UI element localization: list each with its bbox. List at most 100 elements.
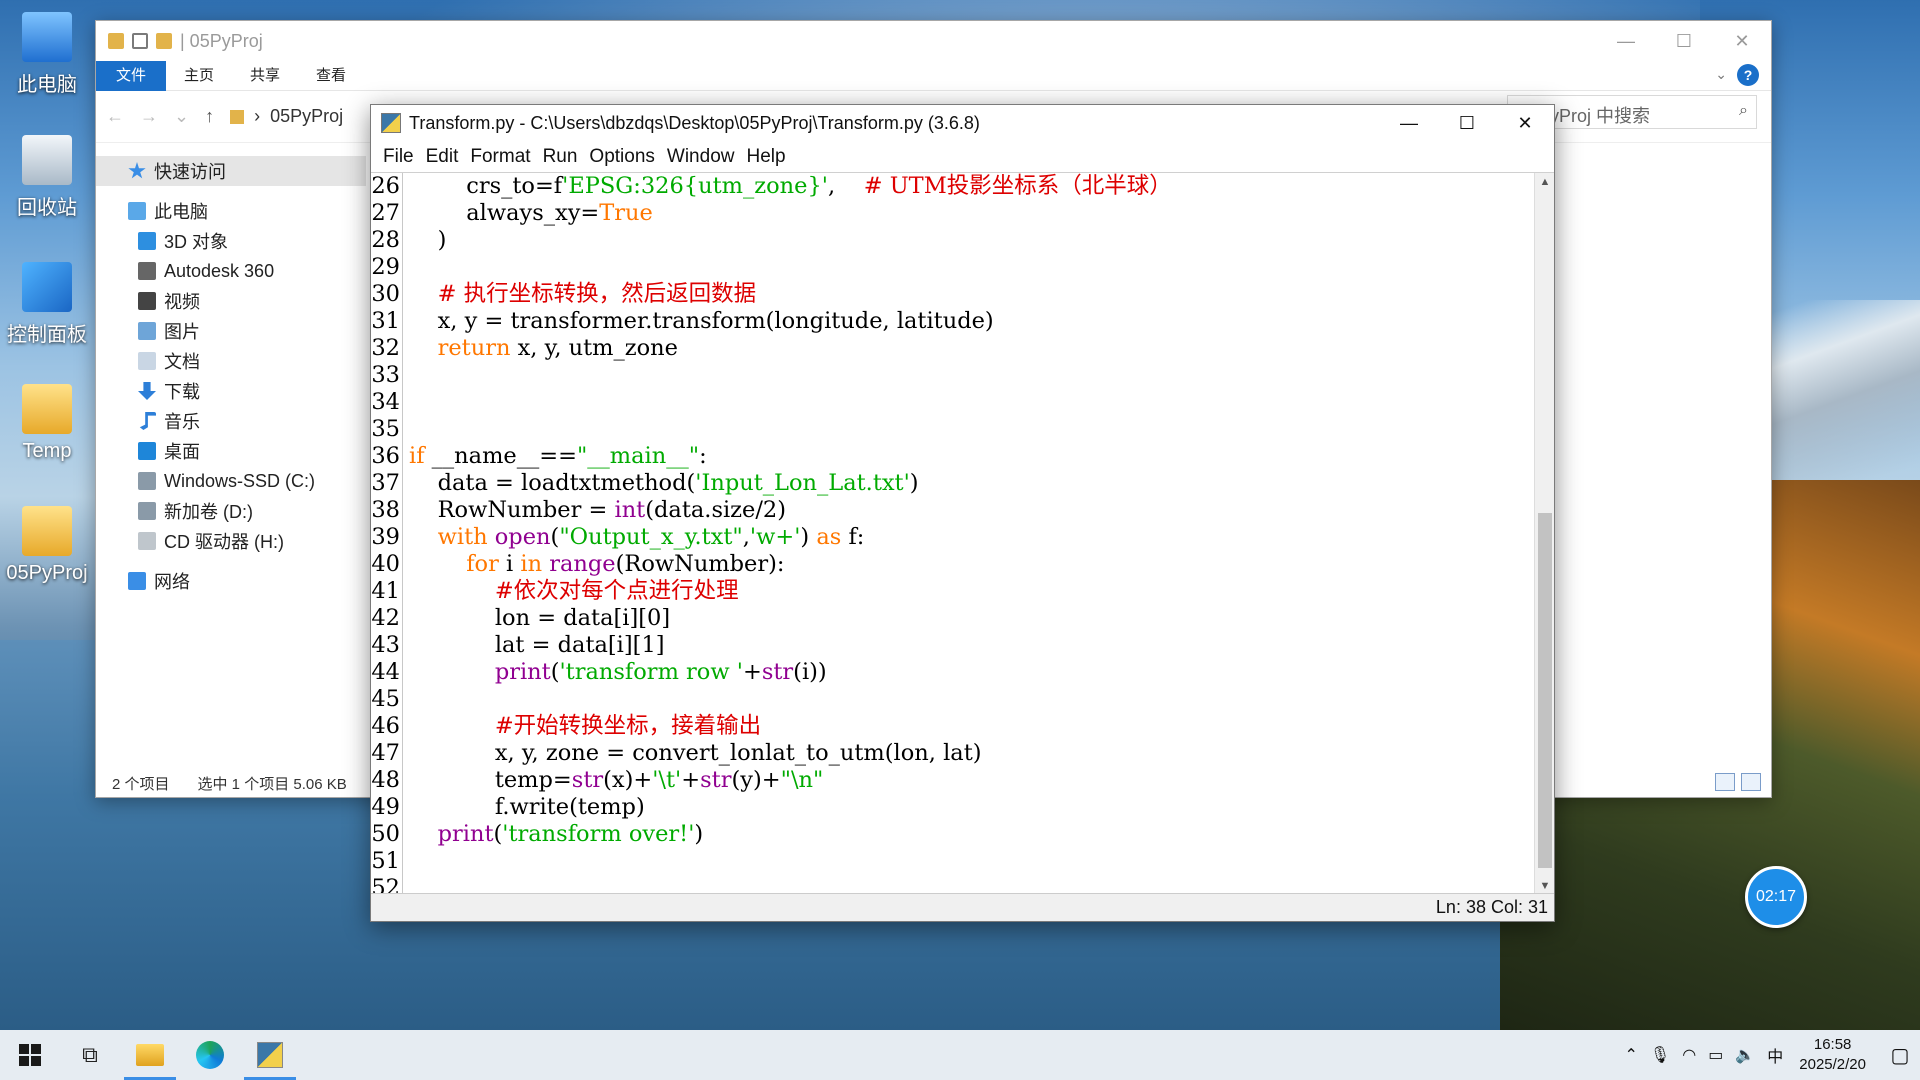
code-line[interactable]: always_xy=True <box>409 200 1529 227</box>
idle-editor-window[interactable]: Transform.py - C:\Users\dbzdqs\Desktop\0… <box>370 104 1555 922</box>
code-line[interactable]: data = loadtxtmethod('Input_Lon_Lat.txt'… <box>409 470 1529 497</box>
clock[interactable]: 16:58 2025/2/20 <box>1799 1035 1866 1075</box>
code-line[interactable]: RowNumber = int(data.size/2) <box>409 497 1529 524</box>
code-line[interactable] <box>409 254 1529 281</box>
menu-options[interactable]: Options <box>583 146 660 168</box>
code-line[interactable]: temp=str(x)+'\t'+str(y)+"\n" <box>409 767 1529 794</box>
code-editor[interactable]: 26 27 28 29 30 31 32 33 34 35 36 37 38 3… <box>371 173 1534 895</box>
code-line[interactable]: lat = data[i][1] <box>409 632 1529 659</box>
code-line[interactable]: #依次对每个点进行处理 <box>409 578 1529 605</box>
nav-item-drive-h[interactable]: CD 驱动器 (H:) <box>96 526 366 556</box>
code-line[interactable]: for i in range(RowNumber): <box>409 551 1529 578</box>
details-view-icon[interactable] <box>1715 773 1735 791</box>
code-line[interactable]: print('transform over!') <box>409 821 1529 848</box>
code-line[interactable]: lon = data[i][0] <box>409 605 1529 632</box>
menu-format[interactable]: Format <box>464 146 536 168</box>
desktop-icon-05pyproj[interactable]: 05PyProj <box>4 506 90 585</box>
taskbar-edge[interactable] <box>180 1030 240 1080</box>
code-line[interactable]: crs_to=f'EPSG:326{utm_zone}', # UTM投影坐标系… <box>409 173 1529 200</box>
large-icons-view-icon[interactable] <box>1741 773 1761 791</box>
tab-home[interactable]: 主页 <box>166 61 232 91</box>
line-number: 52 <box>371 875 400 895</box>
desktop-icon-control-panel[interactable]: 控制面板 <box>4 262 90 347</box>
code-line[interactable]: ) <box>409 227 1529 254</box>
code-line[interactable]: x, y, zone = convert_lonlat_to_utm(lon, … <box>409 740 1529 767</box>
task-view-button[interactable]: ⧉ <box>60 1030 120 1080</box>
nav-item-quick-access[interactable]: 快速访问 <box>96 156 366 186</box>
menu-help[interactable]: Help <box>740 146 791 168</box>
menu-run[interactable]: Run <box>537 146 584 168</box>
code-line[interactable] <box>409 875 1529 895</box>
battery-icon[interactable]: ▭ <box>1708 1045 1723 1065</box>
code-line[interactable]: x, y = transformer.transform(longitude, … <box>409 308 1529 335</box>
close-button[interactable]: ✕ <box>1496 105 1554 141</box>
notification-center-icon[interactable]: ▢ <box>1880 1030 1920 1080</box>
code-text[interactable]: crs_to=f'EPSG:326{utm_zone}', # UTM投影坐标系… <box>409 173 1529 895</box>
desktop-icon-this-pc[interactable]: 此电脑 <box>4 12 90 97</box>
menu-file[interactable]: File <box>377 146 420 168</box>
explorer-title: | 05PyProj <box>180 30 263 51</box>
address-path[interactable]: 05PyProj <box>270 106 343 127</box>
desktop-icon-recycle-bin[interactable]: 回收站 <box>4 135 90 220</box>
nav-item-documents[interactable]: 文档 <box>96 346 366 376</box>
tab-share[interactable]: 共享 <box>232 61 298 91</box>
scrollbar-thumb[interactable] <box>1538 513 1552 868</box>
nav-item-network[interactable]: 网络 <box>96 566 366 596</box>
maximize-button[interactable]: ☐ <box>1655 21 1713 61</box>
tab-file[interactable]: 文件 <box>96 60 167 91</box>
code-line[interactable] <box>409 362 1529 389</box>
chevron-down-icon[interactable]: ⌄ <box>174 106 189 127</box>
nav-item-pictures[interactable]: 图片 <box>96 316 366 346</box>
taskbar-file-explorer[interactable] <box>120 1030 180 1080</box>
help-icon[interactable]: ? <box>1737 64 1759 86</box>
chevron-up-icon[interactable]: ⌃ <box>1625 1045 1638 1065</box>
tab-view[interactable]: 查看 <box>298 61 364 91</box>
nav-label: 视频 <box>164 292 200 312</box>
nav-item-this-pc[interactable]: 此电脑 <box>96 196 366 226</box>
new-folder-icon[interactable] <box>156 33 172 49</box>
menu-window[interactable]: Window <box>661 146 741 168</box>
code-line[interactable]: # 执行坐标转换，然后返回数据 <box>409 281 1529 308</box>
nav-item-drive-d[interactable]: 新加卷 (D:) <box>96 496 366 526</box>
recording-timer[interactable]: 02:17 <box>1745 866 1807 928</box>
start-button[interactable] <box>0 1030 60 1080</box>
code-line[interactable] <box>409 389 1529 416</box>
code-line[interactable]: if __name__=="__main__": <box>409 443 1529 470</box>
code-line[interactable]: print('transform row '+str(i)) <box>409 659 1529 686</box>
code-line[interactable]: return x, y, utm_zone <box>409 335 1529 362</box>
taskbar-python-idle[interactable] <box>240 1030 300 1080</box>
close-button[interactable]: ✕ <box>1713 21 1771 61</box>
forward-icon[interactable]: → <box>140 106 158 127</box>
line-number: 51 <box>371 848 400 874</box>
minimize-button[interactable]: — <box>1380 105 1438 141</box>
code-line[interactable]: #开始转换坐标，接着输出 <box>409 713 1529 740</box>
chevron-down-icon[interactable]: ⌄ <box>1715 66 1727 83</box>
scroll-up-icon[interactable]: ▲ <box>1535 173 1555 191</box>
microphone-icon[interactable]: 🎙 <box>1650 1045 1670 1065</box>
menu-edit[interactable]: Edit <box>420 146 465 168</box>
nav-item-videos[interactable]: 视频 <box>96 286 366 316</box>
nav-item-drive-c[interactable]: Windows-SSD (C:) <box>96 466 366 496</box>
volume-icon[interactable]: 🔈 <box>1735 1045 1755 1065</box>
nav-item-autodesk-360[interactable]: Autodesk 360 <box>96 256 366 286</box>
up-icon[interactable]: ↑ <box>205 106 214 127</box>
minimize-button[interactable]: — <box>1597 21 1655 61</box>
maximize-button[interactable]: ☐ <box>1438 105 1496 141</box>
nav-item-music[interactable]: 音乐 <box>96 406 366 436</box>
code-line[interactable]: with open("Output_x_y.txt",'w+') as f: <box>409 524 1529 551</box>
wifi-icon[interactable]: ◠ <box>1682 1045 1696 1065</box>
nav-item-3d-objects[interactable]: 3D 对象 <box>96 226 366 256</box>
code-line[interactable]: f.write(temp) <box>409 794 1529 821</box>
properties-icon[interactable] <box>132 33 148 49</box>
nav-label: 音乐 <box>164 412 200 432</box>
code-line[interactable] <box>409 848 1529 875</box>
vertical-scrollbar[interactable]: ▲ ▼ <box>1534 173 1554 895</box>
ime-indicator[interactable]: 中 <box>1767 1043 1783 1067</box>
code-line[interactable] <box>409 416 1529 443</box>
code-line[interactable] <box>409 686 1529 713</box>
nav-item-desktop[interactable]: 桌面 <box>96 436 366 466</box>
cube-icon <box>138 232 156 250</box>
desktop-icon-temp[interactable]: Temp <box>4 384 90 463</box>
back-icon[interactable]: ← <box>106 106 124 127</box>
nav-item-downloads[interactable]: 下载 <box>96 376 366 406</box>
